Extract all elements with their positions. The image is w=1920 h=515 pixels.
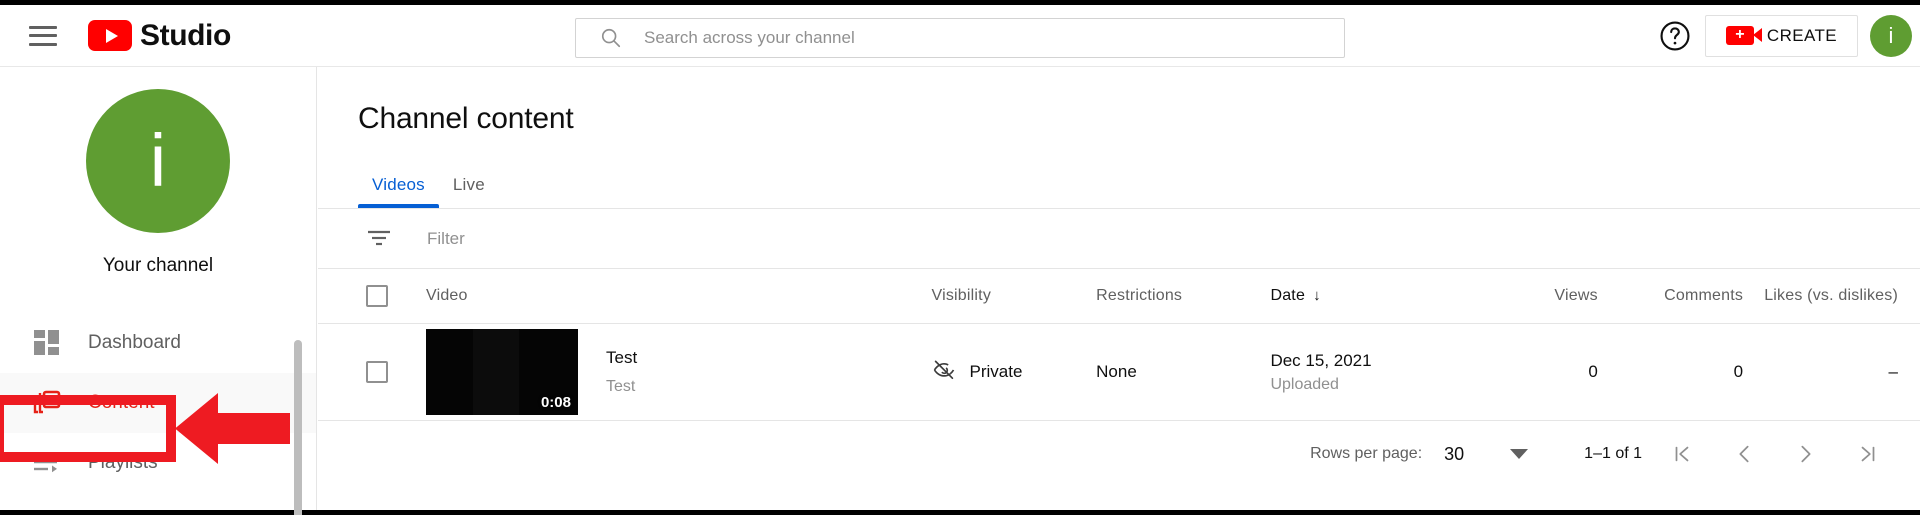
tab-label: Videos [372, 175, 425, 194]
create-button-label: CREATE [1766, 25, 1837, 45]
sidebar-scrollbar[interactable] [294, 340, 302, 515]
filter-funnel-icon[interactable] [366, 227, 392, 251]
help-circle-icon[interactable] [1658, 19, 1692, 53]
sidebar-item-content[interactable]: Content [0, 373, 316, 433]
content-tabs: Videos Live [318, 161, 1920, 209]
column-header-comments[interactable]: Comments [1598, 287, 1743, 305]
channel-name-label: Your channel [102, 255, 214, 276]
hamburger-icon[interactable] [29, 25, 57, 46]
create-button[interactable]: + CREATE [1704, 14, 1858, 57]
column-header-video[interactable]: Video [388, 287, 932, 305]
filter-input[interactable] [427, 228, 807, 249]
column-header-views[interactable]: Views [1484, 287, 1598, 305]
sidebar-item-label: Playlists [88, 452, 158, 473]
video-camera-plus-icon: + [1725, 26, 1762, 45]
video-description: Test [606, 377, 636, 395]
sort-descending-icon: ↓ [1313, 287, 1321, 304]
tab-live[interactable]: Live [439, 175, 499, 208]
rows-per-page-label: Rows per page: [1310, 445, 1423, 462]
tab-label: Live [452, 175, 485, 194]
column-header-date-label: Date [1270, 287, 1306, 304]
video-cell[interactable]: 0:08 Test Test [388, 329, 932, 415]
rows-per-page-value[interactable]: 30 [1444, 444, 1464, 465]
top-header-bar: Studio + CREATE i [0, 5, 1920, 67]
sidebar-item-label: Content [88, 392, 155, 413]
account-avatar-initial: i [1888, 22, 1894, 48]
sidebar-item-playlists[interactable]: Playlists [0, 433, 316, 493]
pagination-range: 1–1 of 1 [1584, 445, 1642, 462]
first-page-icon[interactable] [1660, 432, 1704, 476]
row-select-checkbox[interactable] [366, 361, 388, 383]
video-title[interactable]: Test [606, 345, 637, 371]
youtube-logo-icon [88, 20, 132, 51]
sidebar-item-dashboard[interactable]: Dashboard [0, 313, 316, 373]
tab-videos[interactable]: Videos [358, 175, 439, 208]
column-header-visibility[interactable]: Visibility [932, 287, 1097, 305]
visibility-cell[interactable]: Private [932, 358, 1097, 387]
chevron-down-icon[interactable] [1510, 449, 1529, 459]
column-header-likes[interactable]: Likes (vs. dislikes) [1743, 287, 1898, 305]
pagination-bar: Rows per page: 30 1–1 of 1 [318, 421, 1920, 487]
filter-row [318, 209, 1920, 269]
video-meta: Test Test [606, 345, 637, 399]
content-video-stack-icon [32, 388, 62, 418]
brand-logo[interactable]: Studio [88, 19, 231, 53]
table-header-row: Video Visibility Restrictions Date ↓ View… [318, 269, 1920, 324]
video-thumbnail[interactable]: 0:08 [426, 329, 578, 415]
youtube-studio-window: Studio + CREATE i [0, 0, 1920, 515]
prev-page-icon[interactable] [1722, 432, 1766, 476]
date-cell: Dec 15, 2021 Uploaded [1270, 351, 1483, 394]
date-value: Dec 15, 2021 [1270, 350, 1372, 370]
last-page-icon[interactable] [1846, 432, 1890, 476]
search-input[interactable] [644, 28, 1284, 48]
column-header-restrictions[interactable]: Restrictions [1096, 287, 1270, 305]
brand-word: Studio [140, 18, 231, 52]
sidebar-nav: Dashboard Content Playlists [0, 313, 316, 493]
video-duration-badge: 0:08 [540, 394, 571, 411]
channel-block: i Your channel [0, 67, 316, 277]
channel-avatar-initial: i [149, 119, 167, 202]
dashboard-grid-icon [32, 328, 62, 358]
select-all-checkbox[interactable] [366, 285, 388, 307]
account-avatar[interactable]: i [1870, 14, 1912, 57]
next-page-icon[interactable] [1784, 432, 1828, 476]
comments-value: 0 [1733, 362, 1744, 381]
table-row[interactable]: 0:08 Test Test Private None Dec 15, 2021… [318, 324, 1920, 421]
channel-avatar[interactable]: i [86, 89, 230, 233]
views-value: 0 [1588, 362, 1598, 381]
search-icon [600, 27, 622, 49]
sidebar: i Your channel Dashboard Content Playlis… [0, 67, 317, 515]
column-header-date[interactable]: Date ↓ [1270, 287, 1483, 305]
likes-value: – [1888, 362, 1898, 381]
restrictions-value: None [1096, 362, 1137, 381]
date-status: Uploaded [1270, 375, 1339, 393]
main-content: Channel content Videos Live Video Vis [318, 67, 1920, 510]
eye-off-icon [932, 358, 956, 387]
visibility-value: Private [969, 362, 1023, 381]
search-bar[interactable] [575, 18, 1345, 58]
sidebar-item-label: Dashboard [88, 332, 181, 353]
playlist-lines-icon [32, 448, 62, 478]
page-title: Channel content [358, 102, 574, 135]
